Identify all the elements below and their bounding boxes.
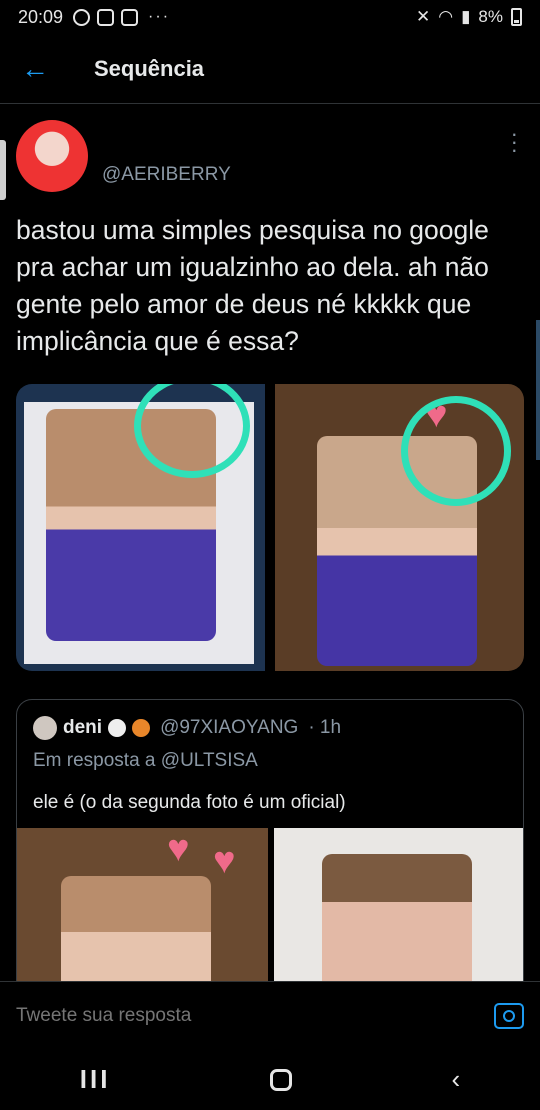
edge-panel-handle[interactable] xyxy=(0,140,6,200)
status-bar: 20:09 ··· ✕ ◠ ▮ 8% xyxy=(0,0,540,34)
tweet-text: bastou uma simples pesquisa no google pr… xyxy=(16,215,489,356)
quoted-author-handle[interactable]: @97XIAOYANG xyxy=(160,717,298,739)
scrollbar[interactable] xyxy=(536,320,540,460)
status-time: 20:09 xyxy=(18,6,64,27)
heart-sticker: ♥ xyxy=(167,828,190,870)
avatar[interactable] xyxy=(33,716,57,740)
top-app-bar: ← Sequência xyxy=(0,34,540,104)
camera-icon[interactable] xyxy=(494,1002,524,1029)
arrow-left-icon: ← xyxy=(21,52,49,84)
photocard xyxy=(322,854,472,998)
battery-icon xyxy=(511,8,522,26)
twitch-icon xyxy=(97,8,115,26)
quoted-photo-1[interactable]: ♥ ♥ xyxy=(17,828,268,998)
avatar[interactable] xyxy=(16,120,88,192)
quoted-photo-2[interactable] xyxy=(274,828,523,998)
instagram-icon xyxy=(121,8,139,26)
notification-icons xyxy=(73,8,139,26)
quoted-tweet-header: deni @97XIAOYANG · 1h xyxy=(33,716,341,740)
highlight-circle xyxy=(401,396,511,506)
quoted-tweet-media: ♥ ♥ xyxy=(17,828,523,998)
reply-bar xyxy=(0,981,540,1049)
wifi-icon: ◠ xyxy=(438,7,454,26)
signal-icon: ▮ xyxy=(461,7,471,26)
quoted-author-name[interactable]: deni xyxy=(63,717,102,739)
mute-icon: ✕ xyxy=(415,7,431,26)
penguin-icon xyxy=(108,719,127,737)
reply-input[interactable] xyxy=(16,1004,494,1027)
reply-context: Em resposta a @ULTSISA xyxy=(33,750,258,771)
back-button[interactable]: ← xyxy=(0,34,70,104)
quoted-tweet-time: · 1h xyxy=(308,717,342,738)
more-notifications-icon: ··· xyxy=(148,8,171,25)
tweet-author[interactable]: @AERIBERRY xyxy=(16,120,231,192)
fox-icon xyxy=(132,719,151,737)
whatsapp-icon xyxy=(73,8,91,26)
quoted-tweet-text: ele é (o da segunda foto é um oficial) xyxy=(33,792,346,813)
nav-back-button[interactable]: ‹ xyxy=(452,1064,461,1095)
tweet-photo-2[interactable]: ♥ xyxy=(275,384,524,671)
tweet-photo-1[interactable] xyxy=(16,384,265,671)
battery-percent: 8% xyxy=(478,7,503,26)
system-nav-bar: III ‹ xyxy=(0,1049,540,1110)
quoted-tweet[interactable]: deni @97XIAOYANG · 1h Em resposta a @ULT… xyxy=(16,699,524,999)
home-button[interactable] xyxy=(269,1068,292,1091)
page-title: Sequência xyxy=(94,55,205,81)
more-options-icon[interactable]: · · · xyxy=(511,123,518,161)
author-handle[interactable]: @AERIBERRY xyxy=(102,164,231,192)
tweet-media: ♥ xyxy=(16,384,524,671)
heart-sticker: ♥ xyxy=(213,840,236,882)
recents-button[interactable]: III xyxy=(80,1064,111,1095)
